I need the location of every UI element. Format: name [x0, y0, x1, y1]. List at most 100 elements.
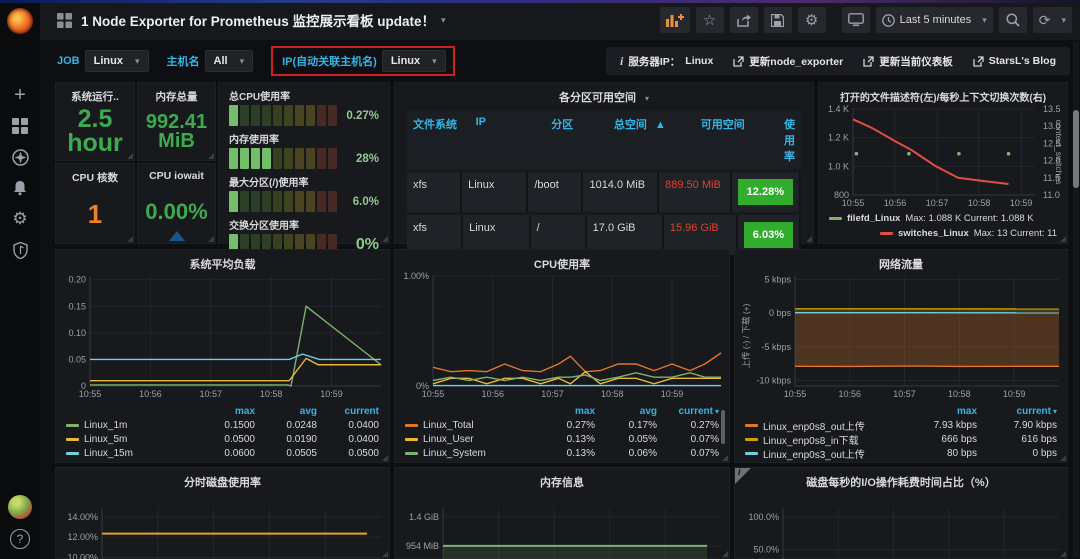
filefd-chart[interactable]: 10:5510:5610:5710:5810:598001.0 K1.2 K1.…: [823, 105, 1039, 209]
panel-title[interactable]: 内存总量: [138, 83, 215, 104]
configuration-gear-icon[interactable]: ⚙: [0, 204, 40, 234]
panel-memory-info: 内存信息 1.4 GiB954 MiB: [394, 467, 730, 559]
svg-text:14.00%: 14.00%: [67, 512, 98, 522]
table-col-header[interactable]: 使用率: [778, 116, 801, 164]
cpu-chart[interactable]: 10:5510:5610:5710:5810:590%1.00%: [399, 272, 727, 400]
legend-row[interactable]: Linux_enp0s8_out上传7.93 kbps7.90 kbps: [745, 418, 1057, 432]
total-memory-value: 992.41 MiB: [138, 104, 215, 160]
scrollbar-thumb[interactable]: [1073, 110, 1079, 188]
svg-text:13.5: 13.5: [1043, 105, 1061, 114]
partition-table: 文件系统IP分区总空间▲可用空间使用率 xfsLinux/boot1014.0 M…: [395, 111, 813, 255]
disk-io-chart[interactable]: 100.0%50.0%: [737, 498, 1065, 559]
settings-gear-button[interactable]: ⚙: [798, 7, 826, 33]
panel-title[interactable]: CPU iowait: [138, 164, 215, 182]
load-chart[interactable]: 10:5510:5610:5710:5810:5900.050.100.150.…: [60, 272, 387, 400]
legend-col-max[interactable]: max: [897, 406, 977, 417]
time-range-caret-icon: ▾: [982, 15, 987, 26]
panel-info-corner-icon[interactable]: i: [735, 468, 751, 484]
legend-row[interactable]: Linux_15m0.06000.05050.0500: [66, 446, 379, 460]
header-actions: ☆ ⚙ Last 5 minutes ▾ ⟳ ▾: [660, 7, 1072, 33]
link-update-dashboard[interactable]: 更新当前仪表板: [863, 54, 953, 69]
title-caret-icon[interactable]: ▾: [441, 15, 446, 26]
disk-usage-chart[interactable]: 14.00%12.00%10.00%: [58, 498, 387, 559]
table-col-header[interactable]: 文件系统: [407, 116, 470, 164]
panel-title[interactable]: 各分区可用空间 ▾: [395, 83, 813, 105]
panel-title[interactable]: 系统平均负载: [56, 250, 389, 272]
svg-text:-5 kbps: -5 kbps: [761, 342, 791, 352]
alerting-bell-icon[interactable]: [0, 173, 40, 203]
panel-menu-caret-icon[interactable]: ▾: [645, 94, 649, 103]
legend-col-max[interactable]: max: [193, 406, 255, 417]
legend-row[interactable]: Linux_System0.13%0.06%0.07%: [405, 446, 719, 460]
table-row[interactable]: xfsLinux/boot1014.0 MiB889.50 MiB12.28%: [407, 172, 801, 212]
panel-title[interactable]: 打开的文件描述符(左)/每秒上下文切换次数(右): [819, 83, 1067, 104]
table-col-header[interactable]: IP: [470, 116, 546, 164]
share-dashboard-button[interactable]: [730, 7, 758, 33]
legend-row[interactable]: Linux_1m0.15000.02480.0400: [66, 418, 379, 432]
legend-row[interactable]: filefd_LinuxMax: 1.088 K Current: 1.088 …: [829, 211, 1057, 226]
svg-text:800: 800: [834, 190, 849, 200]
memory-info-chart[interactable]: 1.4 GiB954 MiB: [397, 498, 727, 559]
hostname-dropdown[interactable]: All▾: [205, 50, 254, 72]
svg-text:1.4 GiB: 1.4 GiB: [409, 512, 439, 522]
create-plus-icon[interactable]: +: [0, 80, 40, 110]
table-col-header[interactable]: 总空间▲: [608, 116, 695, 164]
legend-row[interactable]: Linux_enp0s3_out上传80 bps0 bps: [745, 446, 1057, 460]
panel-cpu-iowait: CPU iowait 0.00%: [137, 163, 216, 244]
series-color-icon: [745, 452, 758, 455]
legend-row[interactable]: Linux_enp0s8_in下载666 bps616 bps: [745, 432, 1057, 446]
grafana-logo-icon[interactable]: [7, 8, 33, 34]
panel-title[interactable]: CPU 核数: [56, 164, 134, 185]
dashboard-title[interactable]: 1 Node Exporter for Prometheus 监控展示看板 up…: [81, 10, 435, 30]
time-range-picker[interactable]: Last 5 minutes ▾: [876, 7, 993, 33]
legend-row[interactable]: Linux_User0.13%0.05%0.07%: [405, 432, 719, 446]
panel-title[interactable]: 网络流量: [735, 250, 1067, 272]
job-dropdown[interactable]: Linux▾: [85, 50, 149, 72]
table-col-header[interactable]: 分区: [545, 116, 608, 164]
explore-compass-icon[interactable]: [0, 142, 40, 172]
table-col-header[interactable]: 可用空间: [695, 116, 778, 164]
panel-partition-space: 各分区可用空间 ▾ 文件系统IP分区总空间▲可用空间使用率 xfsLinux/bo…: [394, 82, 814, 244]
legend-col-current[interactable]: current▾: [977, 406, 1057, 417]
network-chart[interactable]: 10:5510:5610:5710:5810:595 kbps0 bps-5 k…: [749, 272, 1065, 400]
gauge-label: 交换分区使用率: [229, 217, 379, 232]
legend-scrollbar[interactable]: [721, 410, 725, 444]
legend-row[interactable]: Linux_Total0.27%0.17%0.27%: [405, 418, 719, 432]
panel-title[interactable]: 磁盘每秒的I/O操作耗费时间占比（%）: [735, 468, 1067, 490]
ip-dropdown[interactable]: Linux▾: [382, 50, 446, 72]
svg-text:10:57: 10:57: [893, 389, 916, 399]
cycle-view-monitor-button[interactable]: [842, 7, 870, 33]
help-icon[interactable]: ?: [10, 529, 30, 549]
server-admin-shield-icon[interactable]: [0, 235, 40, 265]
red-annotation-box: IP(自动关联主机名) Linux▾: [271, 46, 455, 76]
link-update-node-exporter[interactable]: 更新node_exporter: [733, 54, 843, 69]
link-starsl-blog[interactable]: StarsL's Blog: [973, 55, 1056, 67]
legend-col-avg[interactable]: avg: [595, 406, 657, 417]
svg-text:10:59: 10:59: [1003, 389, 1026, 399]
legend-col-current[interactable]: current: [317, 406, 379, 417]
legend-col-current[interactable]: current▾: [657, 406, 719, 417]
svg-text:10:56: 10:56: [481, 389, 504, 399]
panel-title[interactable]: 系统运行..: [56, 83, 134, 104]
bar-gauge-1: 内存使用率28%: [219, 126, 389, 169]
save-dashboard-button[interactable]: [764, 7, 792, 33]
zoom-out-button[interactable]: [999, 7, 1027, 33]
svg-text:1.4 K: 1.4 K: [828, 105, 849, 114]
user-avatar[interactable]: [8, 495, 32, 519]
cpu-cores-value: 1: [56, 185, 134, 243]
refresh-button[interactable]: ⟳ ▾: [1033, 7, 1072, 33]
legend-row[interactable]: switches_LinuxMax: 13 Current: 11: [829, 226, 1057, 241]
legend-col-max[interactable]: max: [533, 406, 595, 417]
info-icon: i: [620, 54, 623, 69]
page-scrollbar[interactable]: [1073, 42, 1079, 557]
legend-row[interactable]: Linux_5m0.05000.01900.0400: [66, 432, 379, 446]
panel-title[interactable]: 分时磁盘使用率: [56, 468, 389, 490]
panel-title[interactable]: CPU使用率: [395, 250, 729, 272]
legend-col-avg[interactable]: avg: [255, 406, 317, 417]
series-color-icon: [745, 438, 758, 441]
add-panel-button[interactable]: [660, 7, 690, 33]
panel-network-traffic: 网络流量 上传 (-) / 下载 (+) 10:5510:5610:5710:5…: [734, 249, 1068, 463]
star-dashboard-button[interactable]: ☆: [696, 7, 724, 33]
panel-title[interactable]: 内存信息: [395, 468, 729, 490]
dashboards-icon[interactable]: [0, 111, 40, 141]
